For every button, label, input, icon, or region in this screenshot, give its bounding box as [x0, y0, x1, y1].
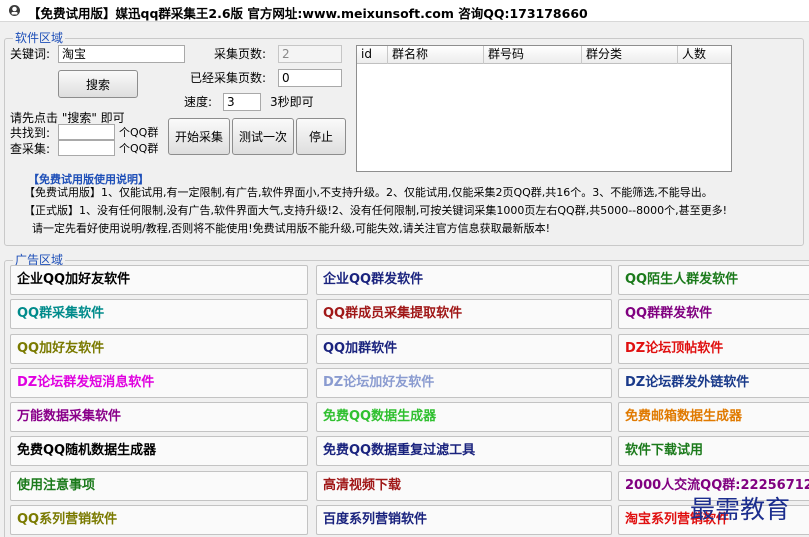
usage-notes-title: 【免费试用版使用说明】	[28, 173, 149, 186]
software-group-legend: 软件区域	[13, 31, 66, 45]
collected-count-field	[58, 140, 115, 156]
test-once-button[interactable]: 测试一次	[232, 118, 294, 155]
column-header-group-name[interactable]: 群名称	[388, 46, 484, 64]
ad-link[interactable]: 使用注意事项	[10, 471, 308, 501]
ad-link[interactable]: QQ加好友软件	[10, 334, 308, 364]
results-table-header: id 群名称 群号码 群分类 人数	[357, 46, 731, 64]
ad-link[interactable]: 免费QQ数据重复过滤工具	[316, 436, 612, 466]
search-button[interactable]: 搜索	[58, 70, 138, 98]
stop-button[interactable]: 停止	[296, 118, 346, 155]
ad-link[interactable]: DZ论坛群发外链软件	[618, 368, 809, 398]
results-table[interactable]: id 群名称 群号码 群分类 人数	[356, 45, 732, 172]
found-count-field	[58, 124, 115, 140]
warning-note: 请一定先看好使用说明/教程,否则将不能使用!免费试用版不能升级,可能失效,请关注…	[32, 222, 551, 235]
pro-version-note: 【正式版】1、没有任何限制,没有广告,软件界面大气,支持升级!2、没有任何限制,…	[24, 204, 728, 217]
pages-label: 采集页数:	[214, 47, 267, 61]
speed-label: 速度:	[184, 95, 213, 109]
found-label: 共找到:	[10, 126, 51, 140]
collected-label: 查采集:	[10, 142, 51, 156]
ad-link[interactable]: 软件下载试用	[618, 436, 809, 466]
watermark: 最需教育	[690, 495, 791, 524]
start-collect-button[interactable]: 开始采集	[168, 118, 230, 155]
ad-link[interactable]: DZ论坛顶帖软件	[618, 334, 809, 364]
app-icon	[9, 5, 20, 16]
window-title: 【免费试用版】媒迅qq群采集王2.6版 官方网址:www.meixunsoft.…	[28, 6, 588, 21]
column-header-group-number[interactable]: 群号码	[484, 46, 582, 64]
collected-unit: 个QQ群	[119, 142, 159, 155]
ad-link[interactable]: 百度系列营销软件	[316, 505, 612, 535]
column-header-group-category[interactable]: 群分类	[582, 46, 678, 64]
ad-link[interactable]: DZ论坛加好友软件	[316, 368, 612, 398]
ad-link[interactable]: 免费QQ数据生成器	[316, 402, 612, 432]
free-version-note: 【免费试用版】1、仅能试用,有一定限制,有广告,软件界面小,不支持升级。2、仅能…	[24, 186, 713, 199]
ad-link[interactable]: 企业QQ群发软件	[316, 265, 612, 295]
ad-link[interactable]: QQ群成员采集提取软件	[316, 299, 612, 329]
search-hint: 请先点击 "搜索" 即可	[10, 111, 125, 125]
speed-suffix: 3秒即可	[270, 95, 314, 109]
ad-link[interactable]: 万能数据采集软件	[10, 402, 308, 432]
speed-input[interactable]: 3	[223, 93, 261, 111]
keyword-input[interactable]: 淘宝	[58, 45, 185, 63]
ad-link[interactable]: DZ论坛群发短消息软件	[10, 368, 308, 398]
done-pages-input[interactable]: 0	[278, 69, 342, 87]
column-header-member-count[interactable]: 人数	[678, 46, 731, 64]
done-pages-label: 已经采集页数:	[190, 71, 267, 85]
found-unit: 个QQ群	[119, 126, 159, 139]
ad-link[interactable]: QQ群群发软件	[618, 299, 809, 329]
pages-input[interactable]: 2	[278, 45, 342, 63]
ad-link[interactable]: QQ系列营销软件	[10, 505, 308, 535]
column-header-id[interactable]: id	[357, 46, 388, 64]
ad-link[interactable]: 企业QQ加好友软件	[10, 265, 308, 295]
ad-link[interactable]: 高清视频下载	[316, 471, 612, 501]
ad-link[interactable]: QQ陌生人群发软件	[618, 265, 809, 295]
title-bar: 【免费试用版】媒迅qq群采集王2.6版 官方网址:www.meixunsoft.…	[0, 0, 809, 22]
ad-link[interactable]: QQ加群软件	[316, 334, 612, 364]
ad-link[interactable]: QQ群采集软件	[10, 299, 308, 329]
ad-link[interactable]: 免费邮箱数据生成器	[618, 402, 809, 432]
ad-link[interactable]: 免费QQ随机数据生成器	[10, 436, 308, 466]
keyword-label: 关键词:	[10, 47, 51, 61]
